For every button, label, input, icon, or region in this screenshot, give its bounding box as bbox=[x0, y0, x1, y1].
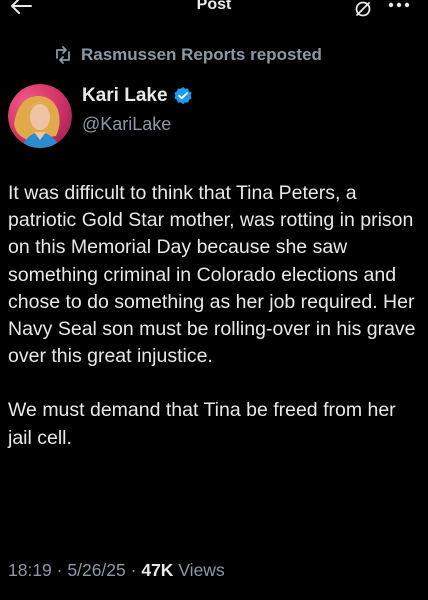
repost-indicator[interactable]: Rasmussen Reports reposted bbox=[53, 44, 322, 66]
avatar[interactable] bbox=[8, 84, 72, 148]
post-text: It was difficult to think that Tina Pete… bbox=[8, 180, 422, 452]
post-date: 5/26/25 bbox=[67, 560, 126, 580]
post-paragraph: It was difficult to think that Tina Pete… bbox=[8, 182, 416, 368]
views-count[interactable]: 47K bbox=[141, 560, 173, 580]
more-horizontal-icon bbox=[388, 2, 410, 8]
grok-button[interactable] bbox=[352, 0, 374, 20]
author-name-row[interactable]: Kari Lake bbox=[82, 85, 193, 107]
author-name[interactable]: Kari Lake bbox=[82, 85, 168, 107]
more-options-button[interactable] bbox=[384, 0, 414, 16]
author-handle[interactable]: @KariLake bbox=[82, 114, 171, 135]
repost-icon bbox=[53, 45, 73, 65]
views-label: Views bbox=[178, 560, 225, 580]
verified-badge-icon bbox=[173, 86, 193, 106]
post-paragraph: We must demand that Tina be freed from h… bbox=[8, 399, 396, 449]
grok-icon bbox=[355, 1, 371, 17]
post-metadata: 18:19 · 5/26/25 · 47K Views bbox=[8, 560, 225, 581]
post-time: 18:19 bbox=[8, 560, 52, 580]
repost-label: Rasmussen Reports reposted bbox=[81, 45, 322, 64]
meta-separator: · bbox=[56, 560, 63, 580]
meta-separator: · bbox=[130, 560, 137, 580]
top-navigation-bar: Post bbox=[0, 0, 428, 22]
